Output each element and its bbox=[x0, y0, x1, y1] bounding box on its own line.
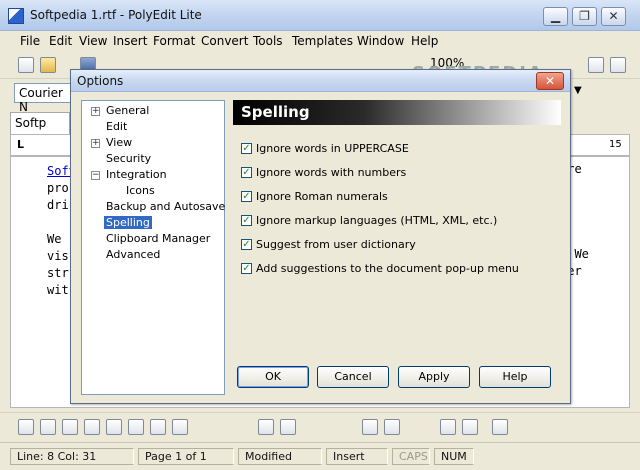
tree-item-spelling[interactable]: Spelling bbox=[104, 216, 152, 229]
font-name-combo[interactable]: Courier N bbox=[14, 83, 76, 114]
checkbox-checked-icon[interactable]: ✓ bbox=[241, 239, 252, 250]
tab-stop-icon[interactable]: L bbox=[17, 138, 24, 151]
checkbox-checked-icon[interactable]: ✓ bbox=[241, 263, 252, 274]
minimize-button[interactable]: ▁ bbox=[543, 7, 568, 26]
book-icon[interactable] bbox=[362, 419, 378, 435]
app-icon bbox=[8, 8, 24, 24]
dropdown-arrow-icon[interactable]: ▼ bbox=[574, 85, 590, 101]
option-label[interactable]: Suggest from user dictionary bbox=[256, 238, 416, 251]
hand-tool-icon[interactable] bbox=[588, 57, 604, 73]
dialog-title: Options bbox=[77, 74, 124, 88]
open-folder-icon[interactable] bbox=[40, 57, 56, 73]
dialog-close-button[interactable]: ✕ bbox=[536, 72, 564, 90]
tree-item-security[interactable]: Security bbox=[106, 152, 151, 165]
menu-file[interactable]: File bbox=[20, 34, 40, 48]
tree-item-view[interactable]: View bbox=[106, 136, 132, 149]
insert-object-icon[interactable] bbox=[128, 419, 144, 435]
dialog-title-bar[interactable]: Options ✕ bbox=[71, 70, 570, 92]
tree-item-advanced[interactable]: Advanced bbox=[106, 248, 160, 261]
tree-item-integration[interactable]: Integration bbox=[106, 168, 167, 181]
checkbox-checked-icon[interactable]: ✓ bbox=[241, 215, 252, 226]
menu-format[interactable]: Format bbox=[153, 34, 195, 48]
option-label[interactable]: Ignore markup languages (HTML, XML, etc.… bbox=[256, 214, 497, 227]
clipboard-icon[interactable] bbox=[280, 419, 296, 435]
expand-icon[interactable]: + bbox=[91, 139, 100, 148]
export-icon[interactable] bbox=[462, 419, 478, 435]
status-bar: Line: 8 Col: 31 Page 1 of 1 Modified Ins… bbox=[0, 442, 640, 470]
checkbox-checked-icon[interactable]: ✓ bbox=[241, 191, 252, 202]
menu-view[interactable]: View bbox=[79, 34, 107, 48]
panel-header: Spelling bbox=[233, 100, 561, 125]
menu-help[interactable]: Help bbox=[411, 34, 438, 48]
menu-bar: File Edit View Insert Format Convert Too… bbox=[0, 31, 640, 51]
panel-title: Spelling bbox=[241, 103, 310, 121]
option-label[interactable]: Ignore Roman numerals bbox=[256, 190, 388, 203]
notes-icon[interactable] bbox=[384, 419, 400, 435]
apply-button[interactable]: Apply bbox=[398, 366, 470, 388]
menu-convert[interactable]: Convert bbox=[201, 34, 248, 48]
menu-edit[interactable]: Edit bbox=[49, 34, 72, 48]
status-line-col: Line: 8 Col: 31 bbox=[10, 448, 134, 465]
insert-picture-icon[interactable] bbox=[106, 419, 122, 435]
window-title-bar[interactable]: Softpedia 1.rtf - PolyEdit Lite ▁ ❐ ✕ bbox=[0, 0, 640, 31]
tree-item-general[interactable]: General bbox=[106, 104, 149, 117]
menu-tools[interactable]: Tools bbox=[253, 34, 283, 48]
insert-file-icon[interactable] bbox=[150, 419, 166, 435]
insert-table-icon[interactable] bbox=[40, 419, 56, 435]
help-icon[interactable] bbox=[610, 57, 626, 73]
tree-item-backup-and-autosave[interactable]: Backup and Autosave bbox=[106, 200, 225, 213]
document-tab-label: Softp bbox=[15, 116, 47, 130]
option-label[interactable]: Ignore words with numbers bbox=[256, 166, 406, 179]
status-num: NUM bbox=[434, 448, 474, 465]
insert-symbol-icon[interactable] bbox=[84, 419, 100, 435]
expand-icon[interactable]: + bbox=[91, 107, 100, 116]
new-document-icon[interactable] bbox=[18, 57, 34, 73]
close-button[interactable]: ✕ bbox=[601, 7, 626, 26]
status-modified: Modified bbox=[238, 448, 322, 465]
tree-item-clipboard-manager[interactable]: Clipboard Manager bbox=[106, 232, 210, 245]
menu-window[interactable]: Window bbox=[357, 34, 404, 48]
help-button[interactable]: Help bbox=[479, 366, 551, 388]
ruler-mark: 15 bbox=[609, 139, 622, 150]
checkbox-checked-icon[interactable]: ✓ bbox=[241, 143, 252, 154]
cancel-button[interactable]: Cancel bbox=[317, 366, 389, 388]
status-page: Page 1 of 1 bbox=[138, 448, 234, 465]
option-label[interactable]: Add suggestions to the document pop-up m… bbox=[256, 262, 519, 275]
menu-insert[interactable]: Insert bbox=[113, 34, 147, 48]
ok-button[interactable]: OK bbox=[237, 366, 309, 388]
templates-icon[interactable] bbox=[258, 419, 274, 435]
document-tab[interactable]: Softp bbox=[10, 112, 70, 134]
status-insert: Insert bbox=[326, 448, 388, 465]
status-caps: CAPS bbox=[392, 448, 430, 465]
import-icon[interactable] bbox=[440, 419, 456, 435]
options-dialog: Options ✕ + General Edit + View Security… bbox=[70, 69, 571, 404]
insert-link-icon[interactable] bbox=[172, 419, 188, 435]
insert-date-icon[interactable] bbox=[18, 419, 34, 435]
collapse-icon[interactable]: − bbox=[91, 171, 100, 180]
window-title: Softpedia 1.rtf - PolyEdit Lite bbox=[30, 8, 202, 22]
insert-toolbar bbox=[0, 412, 640, 442]
tree-item-edit[interactable]: Edit bbox=[106, 120, 127, 133]
insert-list-icon[interactable] bbox=[62, 419, 78, 435]
checkbox-checked-icon[interactable]: ✓ bbox=[241, 167, 252, 178]
tools-icon[interactable] bbox=[492, 419, 508, 435]
options-tree[interactable]: + General Edit + View Security − Integra… bbox=[81, 100, 225, 395]
maximize-button[interactable]: ❐ bbox=[572, 7, 597, 26]
menu-templates[interactable]: Templates bbox=[292, 34, 353, 48]
tree-item-icons[interactable]: Icons bbox=[126, 184, 155, 197]
option-label[interactable]: Ignore words in UPPERCASE bbox=[256, 142, 409, 155]
